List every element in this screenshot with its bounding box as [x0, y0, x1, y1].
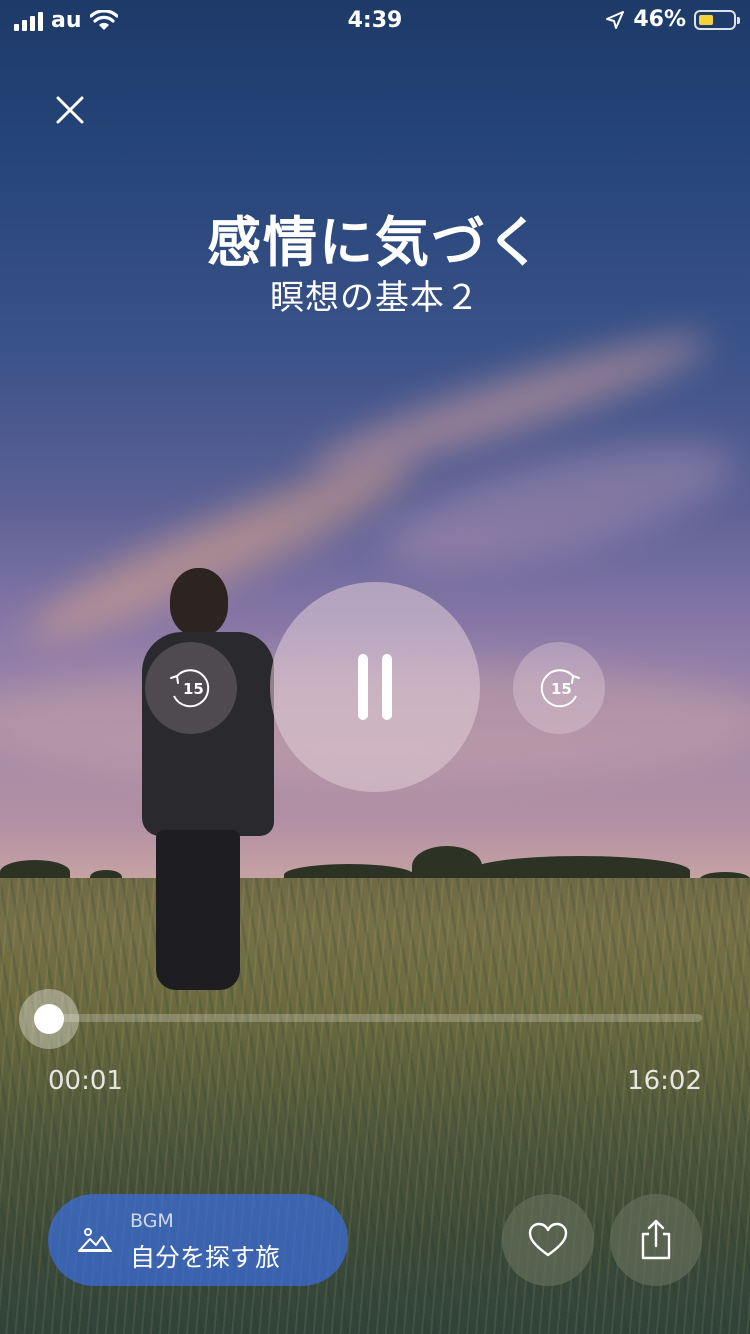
favorite-button[interactable]: [502, 1194, 594, 1286]
session-subtitle: 瞑想の基本２: [270, 278, 480, 318]
status-bar: au 4:39 46%: [0, 0, 750, 40]
rewind-15-button[interactable]: 15: [145, 642, 237, 734]
close-button[interactable]: [50, 90, 90, 130]
forward-15-button[interactable]: 15: [513, 642, 605, 734]
rewind-seconds-label: 15: [183, 680, 204, 698]
player-screen: au 4:39 46% 感情に気づく 瞑想の基本２ 15 15 00:01 16…: [0, 0, 750, 1334]
location-icon: [606, 10, 625, 29]
bgm-selector-button[interactable]: BGM 自分を探す旅: [48, 1194, 348, 1286]
session-title: 感情に気づく: [207, 211, 543, 274]
progress-thumb[interactable]: [34, 1004, 64, 1034]
bgm-caption: BGM: [130, 1210, 174, 1232]
progress-track[interactable]: [48, 1014, 702, 1022]
landscape-icon: [78, 1228, 112, 1252]
total-time: 16:02: [627, 1066, 702, 1096]
share-icon: [641, 1219, 671, 1260]
forward-seconds-label: 15: [551, 680, 572, 698]
pause-icon: [358, 654, 392, 720]
battery-percent: 46%: [633, 7, 686, 32]
heart-icon: [528, 1222, 568, 1257]
close-icon: [56, 96, 84, 124]
status-right: 46%: [605, 7, 740, 32]
pause-button[interactable]: [270, 582, 480, 792]
battery-icon: [694, 9, 740, 30]
share-button[interactable]: [610, 1194, 702, 1286]
bgm-title: 自分を探す旅: [130, 1243, 281, 1272]
elapsed-time: 00:01: [48, 1066, 123, 1096]
